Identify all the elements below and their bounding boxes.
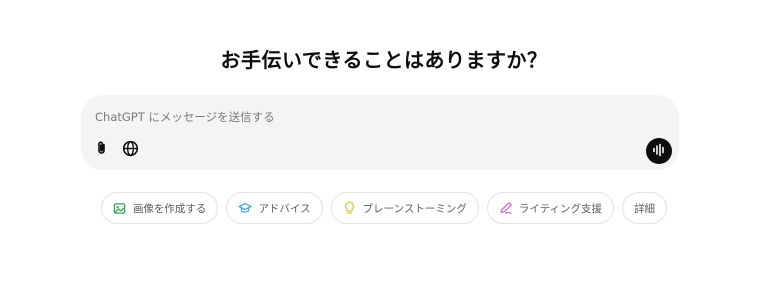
web-search-button[interactable] xyxy=(120,140,140,160)
message-composer[interactable]: ChatGPT にメッセージを送信する xyxy=(81,95,679,170)
voice-waveform-icon xyxy=(652,142,666,161)
suggestion-chips: 画像を作成する アドバイス ブレーンストーミング ライティング支援 詳細 xyxy=(0,192,768,224)
chip-writing-help[interactable]: ライティング支援 xyxy=(486,192,615,224)
chat-home-page: お手伝いできることはありますか？ ChatGPT にメッセージを送信する 画像を… xyxy=(0,0,768,281)
chip-label: ブレーンストーミング xyxy=(362,202,467,215)
graduation-cap-icon xyxy=(238,201,253,215)
page-heading: お手伝いできることはありますか？ xyxy=(220,48,548,72)
chip-label: 画像を作成する xyxy=(132,202,207,215)
message-input-placeholder[interactable]: ChatGPT にメッセージを送信する xyxy=(95,109,275,125)
chip-create-image[interactable]: 画像を作成する xyxy=(100,192,219,224)
chip-brainstorm[interactable]: ブレーンストーミング xyxy=(330,192,479,224)
image-icon xyxy=(113,201,127,215)
chip-advice[interactable]: アドバイス xyxy=(226,192,323,224)
chip-label: アドバイス xyxy=(258,202,311,215)
pen-icon xyxy=(499,201,513,215)
chip-label: ライティング支援 xyxy=(518,202,603,215)
lightbulb-icon xyxy=(343,201,357,215)
attach-button[interactable] xyxy=(92,140,112,160)
chip-more[interactable]: 詳細 xyxy=(622,192,668,224)
chip-label: 詳細 xyxy=(634,202,656,215)
paperclip-icon xyxy=(94,140,110,160)
globe-icon xyxy=(122,140,139,161)
voice-mode-button[interactable] xyxy=(646,138,672,164)
